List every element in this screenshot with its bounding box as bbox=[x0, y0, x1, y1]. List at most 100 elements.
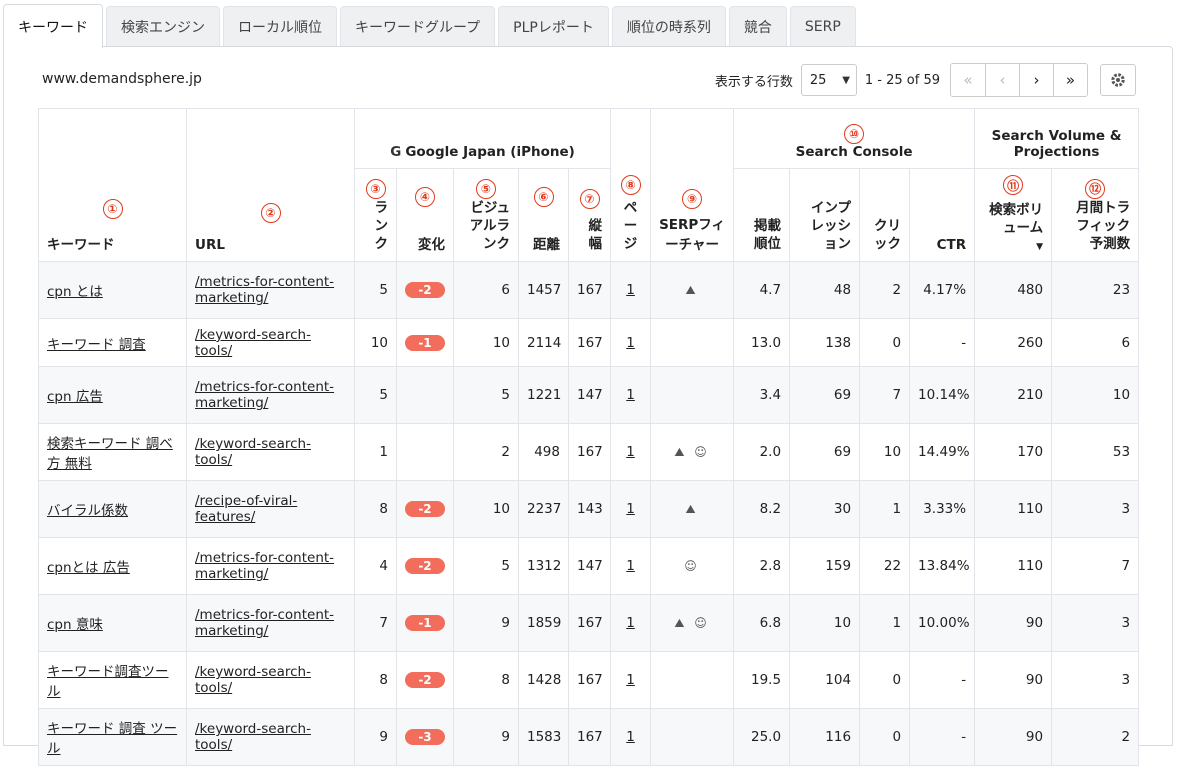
col-volume[interactable]: ⑪ 検索ボリューム ▼ bbox=[974, 167, 1053, 263]
url-cell-value[interactable]: /metrics-for-content-marketing/ bbox=[195, 379, 334, 411]
table-row: cpn 意味/metrics-for-content-marketing/7 -1… bbox=[38, 594, 1140, 653]
col-page-label: ページ bbox=[623, 199, 638, 253]
page-cell-value[interactable]: 1 bbox=[626, 387, 635, 403]
col-ctr[interactable]: CTR bbox=[909, 167, 976, 263]
keyword-cell-value[interactable]: cpn とは bbox=[47, 284, 103, 300]
marker-7: ⑦ bbox=[579, 189, 600, 209]
rows-per-page-select[interactable]: 25 ▼ bbox=[800, 64, 857, 96]
position-cell-value: 6.8 bbox=[759, 615, 782, 632]
page-cell-value[interactable]: 1 bbox=[626, 335, 635, 351]
tab-rank-timeseries[interactable]: 順位の時系列 bbox=[611, 6, 726, 47]
url-cell-value[interactable]: /keyword-search-tools/ bbox=[195, 664, 311, 696]
domain-label: www.demandsphere.jp bbox=[42, 71, 202, 87]
keyword-cell-value[interactable]: 検索キーワード 調べ方 無料 bbox=[47, 436, 173, 472]
change-cell-value: -2 bbox=[405, 282, 445, 299]
last-page-button[interactable]: » bbox=[1053, 64, 1087, 96]
keyword-cell: cpn とは bbox=[38, 261, 187, 320]
rows-per-page-value: 25 bbox=[809, 72, 827, 88]
distance-cell: 2237 bbox=[518, 480, 569, 539]
col-traffic[interactable]: ⑫ 月間トラフィック予測数 bbox=[1051, 167, 1140, 263]
visual-rank-cell: 5 bbox=[453, 366, 519, 425]
col-url[interactable]: ② URL bbox=[186, 107, 355, 263]
page-cell-value[interactable]: 1 bbox=[626, 558, 635, 574]
group-search-console: ⑩ Search Console bbox=[733, 108, 976, 169]
url-cell-value[interactable]: /metrics-for-content-marketing/ bbox=[195, 607, 334, 639]
tab-serp[interactable]: SERP bbox=[789, 6, 856, 47]
serp-feature-cell-value: ⛰ ☺ bbox=[674, 616, 710, 631]
url-cell-value[interactable]: /metrics-for-content-marketing/ bbox=[195, 550, 334, 582]
marker-11: ⑪ bbox=[1003, 175, 1024, 195]
col-distance[interactable]: ⑥ 距離 bbox=[518, 167, 569, 263]
clicks-cell: 2 bbox=[859, 261, 911, 320]
ctr-cell: 3.33% bbox=[909, 480, 976, 539]
volume-cell: 90 bbox=[974, 708, 1053, 766]
keyword-cell-value[interactable]: cpn 広告 bbox=[47, 389, 103, 405]
page-cell-value[interactable]: 1 bbox=[626, 282, 635, 298]
visual-rank-cell-value: 2 bbox=[501, 444, 510, 461]
tab-local-rank[interactable]: ローカル順位 bbox=[223, 6, 337, 47]
settings-button[interactable] bbox=[1100, 64, 1136, 96]
traffic-cell-value: 7 bbox=[1121, 558, 1131, 575]
rank-cell: 9 bbox=[354, 708, 397, 766]
first-page-button[interactable]: « bbox=[951, 64, 985, 96]
url-cell-value[interactable]: /metrics-for-content-marketing/ bbox=[195, 274, 334, 306]
page-cell-value[interactable]: 1 bbox=[626, 615, 635, 631]
prev-page-button[interactable]: ‹ bbox=[985, 64, 1019, 96]
keyword-cell-value[interactable]: cpnとは 広告 bbox=[47, 560, 130, 576]
col-position[interactable]: 掲載順位 bbox=[733, 167, 791, 263]
rank-cell: 10 bbox=[354, 318, 397, 368]
volume-cell-value: 170 bbox=[1017, 444, 1044, 461]
col-keyword[interactable]: ① キーワード bbox=[38, 107, 187, 263]
position-cell-value: 19.5 bbox=[750, 672, 782, 689]
visual-rank-cell-value: 9 bbox=[501, 729, 510, 746]
url-cell-value[interactable]: /keyword-search-tools/ bbox=[195, 436, 311, 468]
tab-plp-report[interactable]: PLPレポート bbox=[498, 6, 609, 47]
col-serp-feature[interactable]: ⑨ SERPフィーチャー bbox=[650, 107, 735, 263]
keyword-cell-value[interactable]: キーワード 調査 bbox=[47, 337, 146, 353]
rank-cell-value: 4 bbox=[379, 558, 388, 575]
change-cell-value: -3 bbox=[405, 729, 445, 746]
marker-9: ⑨ bbox=[682, 189, 703, 210]
col-position-label: 掲載順位 bbox=[754, 218, 782, 253]
page-cell-value[interactable]: 1 bbox=[626, 444, 635, 460]
change-cell-value: -2 bbox=[405, 672, 445, 689]
distance-cell: 1583 bbox=[518, 708, 569, 766]
page-cell-value[interactable]: 1 bbox=[626, 501, 635, 517]
keyword-cell-value[interactable]: バイラル係数 bbox=[47, 503, 128, 519]
page-cell-value[interactable]: 1 bbox=[626, 672, 635, 688]
keyword-cell-value[interactable]: キーワード調査ツール bbox=[47, 664, 169, 700]
next-page-button[interactable]: › bbox=[1019, 64, 1053, 96]
ctr-cell-value: 13.84% bbox=[918, 558, 970, 575]
col-rank[interactable]: ③ ランク bbox=[354, 167, 397, 263]
url-cell-value[interactable]: /keyword-search-tools/ bbox=[195, 327, 311, 359]
position-cell-value: 25.0 bbox=[750, 729, 782, 746]
visual-rank-cell-value: 10 bbox=[492, 334, 510, 351]
page-cell: 1 bbox=[610, 708, 652, 766]
change-cell: -2 bbox=[396, 537, 454, 596]
col-impressions[interactable]: インプレッション bbox=[789, 167, 861, 263]
url-cell-value[interactable]: /recipe-of-viral-features/ bbox=[195, 493, 297, 525]
visual-rank-cell: 5 bbox=[453, 537, 519, 596]
url-cell: /metrics-for-content-marketing/ bbox=[186, 537, 355, 596]
tab-search-engines[interactable]: 検索エンジン bbox=[106, 6, 220, 47]
keyword-cell-value[interactable]: cpn 意味 bbox=[47, 617, 103, 633]
keyword-cell-value[interactable]: キーワード 調査 ツール bbox=[47, 721, 177, 757]
tab-competitors[interactable]: 競合 bbox=[728, 6, 787, 47]
page-cell-value[interactable]: 1 bbox=[626, 729, 635, 745]
url-cell: /keyword-search-tools/ bbox=[186, 423, 355, 482]
distance-cell: 1457 bbox=[518, 261, 569, 320]
col-page[interactable]: ⑧ ページ bbox=[610, 107, 652, 263]
clicks-cell-value: 22 bbox=[883, 558, 902, 575]
col-visual-rank[interactable]: ⑤ ビジュアルランク bbox=[453, 167, 519, 263]
col-clicks[interactable]: クリック bbox=[859, 167, 911, 263]
col-visual-rank-label: ビジュアルランク bbox=[469, 199, 510, 253]
distance-cell-value: 2237 bbox=[527, 501, 562, 518]
tab-keywords[interactable]: キーワード bbox=[3, 4, 103, 48]
visual-rank-cell: 8 bbox=[453, 651, 519, 710]
col-change[interactable]: ④ 変化 bbox=[396, 167, 454, 263]
url-cell-value[interactable]: /keyword-search-tools/ bbox=[195, 721, 311, 753]
rank-cell: 7 bbox=[354, 594, 397, 653]
serp-feature-cell-value: ⛰ bbox=[685, 283, 699, 298]
col-width[interactable]: ⑦ 縦幅 bbox=[567, 167, 612, 263]
tab-keyword-groups[interactable]: キーワードグループ bbox=[340, 6, 496, 47]
